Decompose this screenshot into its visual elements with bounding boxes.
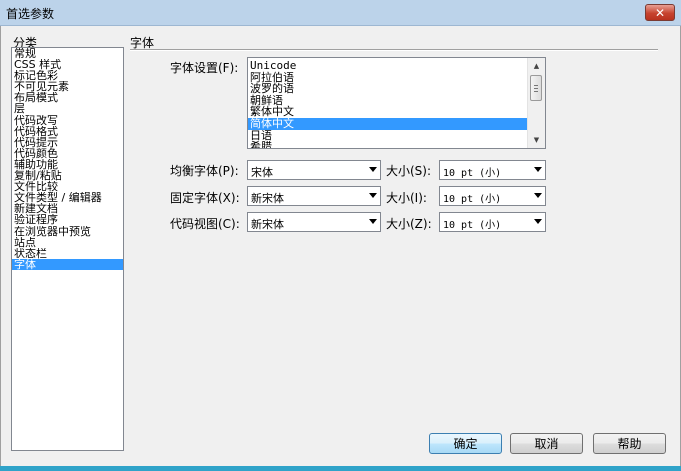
chevron-down-icon bbox=[534, 167, 542, 172]
proportional-size-value: 10 pt (小) bbox=[443, 168, 502, 179]
category-item[interactable]: 验证程序 bbox=[12, 214, 123, 225]
window-title: 首选参数 bbox=[6, 7, 55, 21]
encoding-scrollbar[interactable]: ▲ ▼ bbox=[527, 58, 545, 148]
code-view-font-value: 新宋体 bbox=[251, 218, 284, 231]
category-item[interactable]: 代码格式 bbox=[12, 126, 123, 137]
chevron-down-icon bbox=[369, 193, 377, 198]
code-view-size-select[interactable]: 10 pt (小) bbox=[439, 212, 546, 232]
category-item[interactable]: 站点 bbox=[12, 237, 123, 248]
chevron-down-icon bbox=[534, 193, 542, 198]
category-item[interactable]: 新建文档 bbox=[12, 203, 123, 214]
proportional-font-value: 宋体 bbox=[251, 166, 273, 179]
category-item[interactable]: CSS 样式 bbox=[12, 59, 123, 70]
category-item[interactable]: 布局模式 bbox=[12, 92, 123, 103]
proportional-font-select[interactable]: 宋体 bbox=[247, 160, 381, 180]
code-view-size-value: 10 pt (小) bbox=[443, 220, 502, 231]
category-item[interactable]: 状态栏 bbox=[12, 248, 123, 259]
fixed-size-select[interactable]: 10 pt (小) bbox=[439, 186, 546, 206]
encoding-items: Unicode 阿拉伯语 波罗的语 朝鲜语 繁体中文 简体中文 日语 希腊 bbox=[248, 60, 528, 148]
category-item[interactable]: 层 bbox=[12, 103, 123, 114]
category-item[interactable]: 辅助功能 bbox=[12, 159, 123, 170]
encoding-item[interactable]: 希腊 bbox=[248, 141, 528, 148]
category-item[interactable]: 复制/粘贴 bbox=[12, 170, 123, 181]
category-item[interactable]: 文件类型 / 编辑器 bbox=[12, 192, 123, 203]
close-button[interactable]: ✕ bbox=[645, 4, 675, 21]
category-item[interactable]: 在浏览器中预览 bbox=[12, 226, 123, 237]
scroll-up-icon[interactable]: ▲ bbox=[528, 58, 545, 74]
category-item[interactable]: 文件比较 bbox=[12, 181, 123, 192]
category-item[interactable]: 不可见元素 bbox=[12, 81, 123, 92]
grip-line bbox=[534, 88, 538, 89]
chevron-down-icon bbox=[369, 219, 377, 224]
category-list[interactable]: 常规 CSS 样式 标记色彩 不可见元素 布局模式层代码改写 代码格式 代码提示 代码颜色 辅助… bbox=[11, 47, 124, 451]
category-item[interactable]: 常规 bbox=[12, 48, 123, 59]
proportional-size-select[interactable]: 10 pt (小) bbox=[439, 160, 546, 180]
close-icon: ✕ bbox=[654, 5, 666, 20]
category-item[interactable]: 标记色彩 bbox=[12, 70, 123, 81]
title-bar: 首选参数 ✕ bbox=[0, 0, 681, 26]
encoding-label: 字体设置(F): bbox=[170, 61, 239, 75]
code-view-font-label: 代码视图(C): bbox=[170, 217, 240, 231]
ok-button[interactable]: 确定 bbox=[429, 433, 502, 454]
code-view-font-select[interactable]: 新宋体 bbox=[247, 212, 381, 232]
help-button[interactable]: 帮助 bbox=[593, 433, 666, 454]
section-divider bbox=[130, 49, 658, 51]
cancel-button[interactable]: 取消 bbox=[510, 433, 583, 454]
chevron-down-icon bbox=[534, 219, 542, 224]
encoding-item[interactable]: 波罗的语 bbox=[248, 83, 528, 95]
category-item[interactable]: 代码颜色 bbox=[12, 148, 123, 159]
category-item[interactable]: 代码改写 bbox=[12, 115, 123, 126]
chevron-down-icon bbox=[369, 167, 377, 172]
fixed-font-select[interactable]: 新宋体 bbox=[247, 186, 381, 206]
encoding-item[interactable]: 简体中文 bbox=[248, 117, 528, 130]
category-item[interactable]: 字体 bbox=[12, 258, 123, 270]
category-item[interactable]: 代码提示 bbox=[12, 137, 123, 148]
grip-line bbox=[534, 91, 538, 92]
scroll-down-icon[interactable]: ▼ bbox=[528, 132, 545, 148]
fixed-font-label: 固定字体(X): bbox=[170, 191, 240, 205]
fixed-font-value: 新宋体 bbox=[251, 192, 284, 205]
encoding-list[interactable]: Unicode 阿拉伯语 波罗的语 朝鲜语 繁体中文 简体中文 日语 希腊 ▲ ▼ bbox=[247, 57, 546, 149]
encoding-item[interactable]: 日语 bbox=[248, 130, 528, 142]
proportional-size-label: 大小(S): bbox=[386, 164, 432, 178]
bottom-border bbox=[0, 466, 681, 471]
fixed-size-value: 10 pt (小) bbox=[443, 194, 502, 205]
fixed-size-label: 大小(I): bbox=[386, 191, 427, 205]
encoding-item[interactable]: Unicode bbox=[248, 60, 528, 72]
code-view-size-label: 大小(Z): bbox=[386, 217, 432, 231]
proportional-font-label: 均衡字体(P): bbox=[170, 164, 239, 178]
grip-line bbox=[534, 85, 538, 86]
scroll-thumb[interactable] bbox=[530, 75, 542, 101]
